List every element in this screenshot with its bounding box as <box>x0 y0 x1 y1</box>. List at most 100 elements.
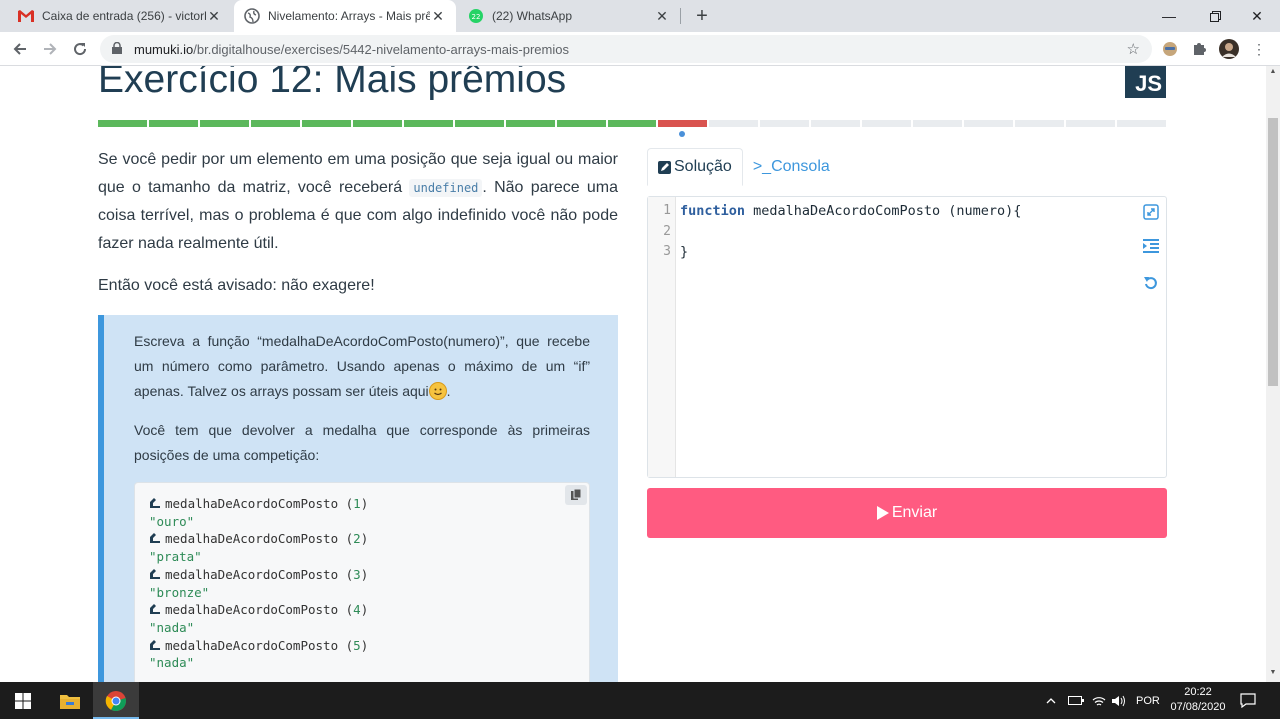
globe-icon <box>244 8 260 24</box>
progress-segment[interactable] <box>1066 120 1116 127</box>
prompt-icon <box>149 638 161 653</box>
example-call-line: medalhaDeAcordoComPosto (1) <box>149 495 575 513</box>
prompt-icon <box>149 567 161 582</box>
show-hidden-icons-chevron-icon[interactable] <box>1046 682 1056 719</box>
inline-code: undefined <box>409 179 483 197</box>
submit-label: Enviar <box>891 504 938 521</box>
tab-nivelamento[interactable]: Nivelamento: Arrays - Mais prêm ✕ <box>234 0 456 32</box>
windows-taskbar: POR 20:22 07/08/2020 <box>0 682 1280 719</box>
smiley-emoji-icon <box>428 382 447 400</box>
indent-icon[interactable] <box>1142 237 1160 255</box>
menu-kebab-icon[interactable]: ⋮ <box>1249 39 1269 59</box>
progress-segment[interactable] <box>301 120 351 127</box>
volume-icon[interactable] <box>1112 682 1126 719</box>
progress-segment[interactable] <box>250 120 300 127</box>
page-scrollbar[interactable]: ▲ ▼ <box>1266 66 1280 682</box>
example-call-line: medalhaDeAcordoComPosto (5) <box>149 637 575 655</box>
progress-segment[interactable] <box>862 120 912 127</box>
gmail-icon <box>18 8 34 24</box>
progress-segment[interactable] <box>199 120 249 127</box>
code-editor[interactable]: 1 2 3 function medalhaDeAcordoComPosto (… <box>647 196 1167 478</box>
prompt-icon <box>149 496 161 511</box>
wifi-icon[interactable] <box>1092 682 1106 719</box>
taskbar-clock[interactable]: 20:22 07/08/2020 <box>1168 685 1228 715</box>
svg-text:22: 22 <box>472 13 481 21</box>
close-window-button[interactable]: ✕ <box>1234 0 1280 32</box>
scrollbar-thumb[interactable] <box>1268 118 1278 386</box>
browser-tab-strip: Caixa de entrada (256) - victorbs ✕ Nive… <box>0 0 1280 32</box>
forward-button[interactable] <box>38 37 62 61</box>
code-text[interactable]: function medalhaDeAcordoComPosto (numero… <box>680 203 1021 265</box>
address-bar[interactable]: mumuki.io/br.digitalhouse/exercises/5442… <box>100 35 1152 63</box>
progress-segment[interactable] <box>454 120 504 127</box>
windows-start-icon[interactable] <box>0 682 46 719</box>
tab-separator <box>680 8 681 24</box>
close-icon[interactable]: ✕ <box>654 8 670 25</box>
chrome-taskbar-icon[interactable] <box>93 682 139 719</box>
close-icon[interactable]: ✕ <box>430 8 446 25</box>
scroll-up-arrow[interactable]: ▲ <box>1269 68 1277 75</box>
battery-icon[interactable] <box>1068 682 1084 719</box>
progress-segment[interactable] <box>607 120 657 127</box>
progress-segment[interactable] <box>556 120 606 127</box>
extensions-puzzle-icon[interactable] <box>1189 39 1209 59</box>
fullscreen-icon[interactable] <box>1142 203 1160 221</box>
code-line-1-rest: medalhaDeAcordoComPosto (numero){ <box>745 203 1022 219</box>
file-explorer-icon[interactable] <box>47 682 93 719</box>
copy-icon[interactable] <box>565 485 587 505</box>
code-line: } <box>680 244 689 260</box>
example-result-line: "ouro" <box>149 513 195 529</box>
scroll-down-arrow[interactable]: ▼ <box>1269 669 1277 676</box>
close-icon[interactable]: ✕ <box>206 8 222 25</box>
tab-consola[interactable]: >_Consola <box>743 148 840 186</box>
profile-avatar[interactable] <box>1219 39 1239 59</box>
bookmark-star-icon[interactable]: ☆ <box>1127 40 1140 58</box>
url-path: /br.digitalhouse/exercises/5442-nivelame… <box>193 41 569 57</box>
progress-segment[interactable] <box>913 120 963 127</box>
play-icon <box>876 506 889 520</box>
description-paragraph: Se você pedir por um elemento em uma pos… <box>98 151 619 252</box>
clock-time: 20:22 <box>1184 686 1212 698</box>
example-result-line: "nada" <box>149 655 195 671</box>
example-result-line: "nada" <box>149 619 195 635</box>
progress-segment[interactable] <box>964 120 1014 127</box>
progress-segment[interactable] <box>1015 120 1065 127</box>
restore-button[interactable] <box>1192 0 1238 32</box>
extension-face-icon[interactable] <box>1160 39 1180 59</box>
tab-solucao-label: Solução <box>674 158 732 175</box>
progress-segment[interactable] <box>505 120 555 127</box>
reset-undo-icon[interactable] <box>1142 274 1160 292</box>
example-result-line: "bronze" <box>149 584 210 600</box>
new-tab-button[interactable]: + <box>690 4 714 28</box>
prompt-icon <box>149 602 161 617</box>
reload-button[interactable] <box>68 37 92 61</box>
current-exercise-marker <box>679 131 685 137</box>
tab-solucao[interactable]: Solução <box>647 148 743 186</box>
progress-segment[interactable] <box>658 120 708 127</box>
progress-segment[interactable] <box>148 120 198 127</box>
back-button[interactable] <box>8 37 32 61</box>
progress-segment[interactable] <box>403 120 453 127</box>
tab-title: (22) WhatsApp <box>492 9 573 23</box>
progress-segment[interactable] <box>760 120 810 127</box>
submit-button[interactable]: Enviar <box>647 488 1167 538</box>
minimize-button[interactable]: — <box>1146 0 1192 32</box>
progress-segment[interactable] <box>352 120 402 127</box>
input-language-indicator[interactable]: POR <box>1136 682 1160 719</box>
example-call-line: medalhaDeAcordoComPosto (4) <box>149 601 575 619</box>
tab-gmail[interactable]: Caixa de entrada (256) - victorbs ✕ <box>8 0 232 32</box>
clock-date: 07/08/2020 <box>1170 701 1226 713</box>
notifications-icon[interactable] <box>1240 682 1256 719</box>
page-content: Exercício 12: Mais prêmios JS Se você pe… <box>0 66 1266 682</box>
line-number-gutter: 1 2 3 <box>648 197 676 477</box>
example-result-line: "prata" <box>149 549 202 565</box>
progress-segment[interactable] <box>709 120 759 127</box>
task-box: Escreva a função “medalhaDeAcordoComPost… <box>98 315 618 682</box>
progress-segment[interactable] <box>98 120 147 127</box>
tab-whatsapp[interactable]: 22 (22) WhatsApp ✕ <box>458 0 680 32</box>
browser-toolbar: mumuki.io/br.digitalhouse/exercises/5442… <box>0 32 1280 66</box>
progress-segment[interactable] <box>1117 120 1167 127</box>
progress-segment[interactable] <box>811 120 861 127</box>
exercise-title: Exercício 12: Mais prêmios <box>98 66 567 101</box>
